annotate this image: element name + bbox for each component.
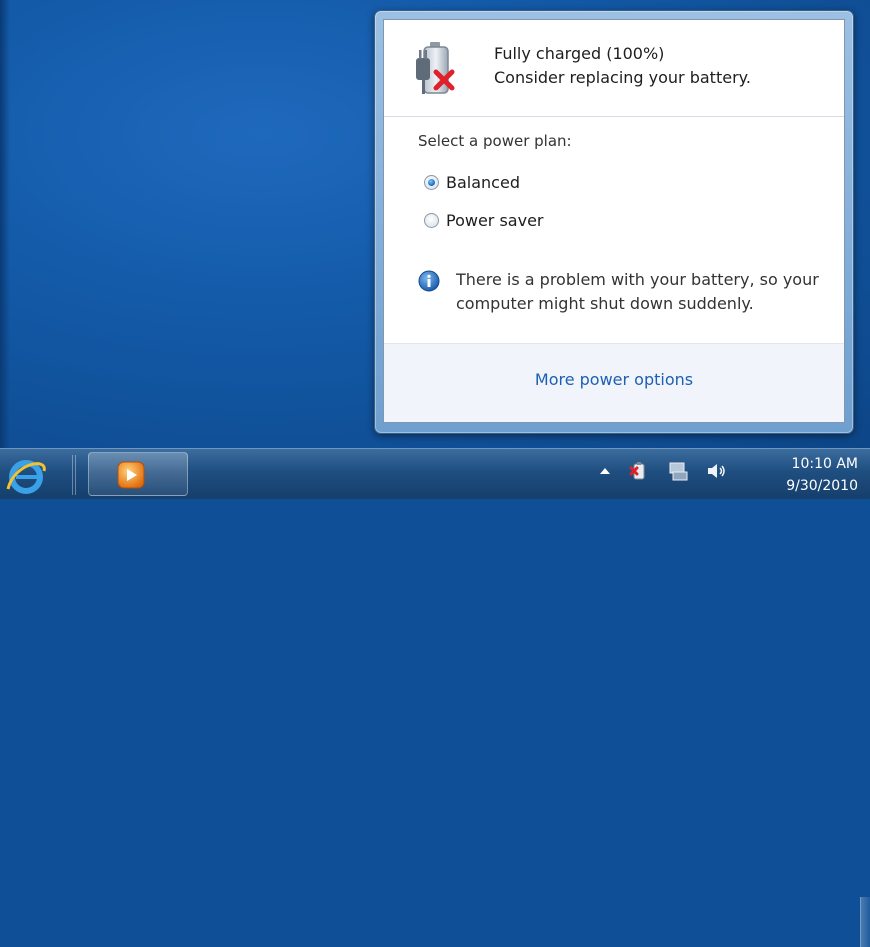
flyout-footer: More power options (384, 343, 844, 422)
show-hidden-icons-arrow[interactable] (599, 466, 611, 476)
desktop-edge-shade (0, 0, 10, 448)
battery-warning-message: There is a problem with your battery, so… (456, 270, 819, 313)
power-plan-label: Select a power plan: (418, 132, 572, 150)
more-power-options-link[interactable]: More power options (384, 370, 844, 389)
radio-unchecked-icon[interactable] (424, 212, 439, 228)
clock-time[interactable]: 10:10 AM (792, 456, 858, 472)
battery-advice-text: Consider replacing your battery. (494, 68, 751, 87)
battery-status-area: Fully charged (100%) Consider replacing … (384, 20, 844, 117)
volume-icon[interactable] (705, 460, 727, 482)
network-icon[interactable] (667, 460, 689, 482)
taskbar (0, 448, 870, 947)
power-flyout-window: Fully charged (100%) Consider replacing … (374, 10, 854, 434)
internet-explorer-icon[interactable] (4, 453, 64, 497)
power-icon[interactable] (628, 460, 650, 482)
plan-option-label: Power saver (446, 210, 544, 230)
clock-date[interactable]: 9/30/2010 (786, 478, 858, 494)
power-flyout-content: Fully charged (100%) Consider replacing … (383, 19, 845, 423)
show-desktop-button[interactable] (860, 897, 870, 947)
battery-status-text: Fully charged (100%) (494, 44, 665, 63)
radio-checked-icon[interactable] (424, 174, 439, 190)
taskbar-separator (72, 455, 80, 495)
battery-warning-icon (416, 42, 455, 94)
media-player-icon (117, 461, 145, 489)
plan-option-balanced[interactable]: Balanced (424, 170, 520, 194)
info-icon (418, 270, 440, 292)
plan-option-power-saver[interactable]: Power saver (424, 208, 544, 232)
plan-option-label: Balanced (446, 172, 520, 192)
media-player-taskbar-button[interactable] (88, 452, 188, 496)
